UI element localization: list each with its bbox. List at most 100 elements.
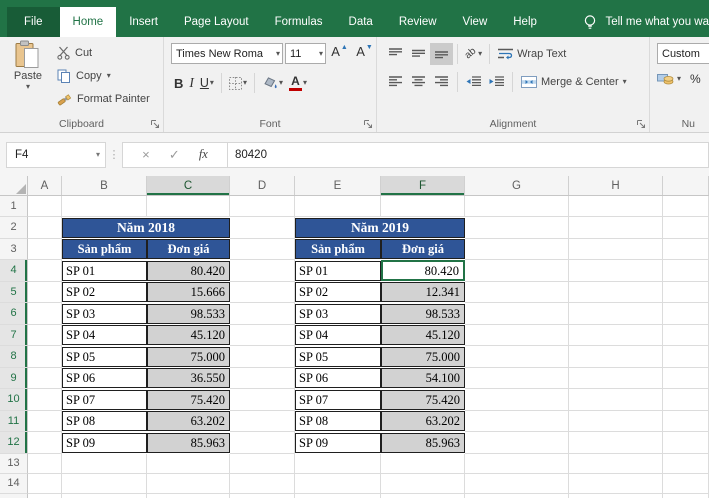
cell-A5[interactable] [28,282,62,304]
shrink-font-button[interactable]: A▼ [353,43,376,64]
cell-E11[interactable]: SP 08 [295,411,381,431]
cell-G5[interactable] [465,282,569,304]
accounting-format-icon[interactable] [657,73,674,85]
underline-button[interactable]: U▾ [197,72,217,94]
cell-H4[interactable] [569,260,663,282]
cell-C12[interactable]: 85.963 [147,433,230,453]
cell-F6[interactable]: 98.533 [381,304,465,324]
top-align-button[interactable] [384,43,407,65]
cell-C15[interactable] [147,494,230,498]
select-all-corner[interactable] [0,176,28,195]
cell-B13[interactable] [62,454,147,474]
cell-C8[interactable]: 75.000 [147,347,230,367]
cell-D8[interactable] [230,346,295,368]
cell-C4[interactable]: 80.420 [147,261,230,281]
font-name-combo[interactable]: Times New Roma ▾ [171,43,283,64]
font-size-dropdown-icon[interactable]: ▾ [319,50,323,58]
cell-B12[interactable]: SP 09 [62,433,147,453]
cell-H12[interactable] [569,432,663,454]
cell-A7[interactable] [28,325,62,347]
cell-H7[interactable] [569,325,663,347]
ribbon-tab-review[interactable]: Review [386,7,450,37]
cell-F4-active[interactable]: 80.420 [381,260,465,281]
cell-D5[interactable] [230,282,295,304]
cell-E15[interactable] [295,494,381,498]
file-tab[interactable]: File [7,7,60,37]
cell-G9[interactable] [465,368,569,390]
cell-E10[interactable]: SP 07 [295,390,381,410]
cell-E6[interactable]: SP 03 [295,304,381,324]
column-header-A[interactable]: A [28,176,62,195]
ribbon-tab-formulas[interactable]: Formulas [262,7,336,37]
cell-E8[interactable]: SP 05 [295,347,381,367]
font-name-dropdown-icon[interactable]: ▾ [276,50,280,58]
cell-B7[interactable]: SP 04 [62,325,147,345]
cell-G6[interactable] [465,303,569,325]
cell-partial-3[interactable] [663,239,709,261]
orientation-dropdown-icon[interactable]: ▾ [478,50,482,58]
column-header-G[interactable]: G [465,176,569,195]
name-box-dropdown-icon[interactable]: ▾ [96,151,100,159]
cell-F10[interactable]: 75.420 [381,390,465,410]
row-header-3[interactable]: 3 [0,239,28,261]
cell-A2[interactable] [28,217,62,239]
cell-G8[interactable] [465,346,569,368]
table-header-C3[interactable]: Đơn giá [147,239,230,259]
cell-C6[interactable]: 98.533 [147,304,230,324]
font-color-dropdown-icon[interactable]: ▾ [303,79,307,87]
row-header-4[interactable]: 4 [0,260,28,282]
cell-F13[interactable] [381,454,465,474]
cell-D3[interactable] [230,239,295,261]
row-header-8[interactable]: 8 [0,346,28,368]
wrap-text-button[interactable]: Wrap Text [494,43,570,65]
cell-G1[interactable] [465,196,569,217]
cell-partial-9[interactable] [663,368,709,390]
table-header-B3[interactable]: Sản phẩm [62,239,147,259]
cell-H13[interactable] [569,454,663,474]
bottom-align-button[interactable] [430,43,453,65]
cell-G10[interactable] [465,389,569,411]
cell-F5[interactable]: 12.341 [381,282,465,302]
cell-B4[interactable]: SP 01 [62,261,147,281]
cell-G4[interactable] [465,260,569,282]
font-color-button[interactable]: A ▾ [286,72,310,94]
cell-partial-11[interactable] [663,411,709,433]
cell-partial-7[interactable] [663,325,709,347]
row-header-11[interactable]: 11 [0,411,28,433]
cell-partial-2[interactable] [663,217,709,239]
cell-E5[interactable]: SP 02 [295,282,381,302]
cell-B15[interactable] [62,494,147,498]
cell-C1[interactable] [147,196,230,217]
cell-partial-1[interactable] [663,196,709,217]
font-dialog-launcher-icon[interactable] [363,119,373,129]
cell-G14[interactable] [465,474,569,494]
cell-partial-15[interactable] [663,494,709,498]
cell-A12[interactable] [28,432,62,454]
tell-me-box[interactable]: Tell me what you wa [577,7,709,37]
ribbon-tab-page-layout[interactable]: Page Layout [171,7,262,37]
underline-dropdown-icon[interactable]: ▾ [210,79,214,87]
format-painter-button[interactable]: Format Painter [53,87,154,110]
align-right-button[interactable] [430,71,453,93]
ribbon-tab-insert[interactable]: Insert [116,7,171,37]
ribbon-tab-data[interactable]: Data [336,7,386,37]
cell-E13[interactable] [295,454,381,474]
cell-D15[interactable] [230,494,295,498]
accounting-dropdown-icon[interactable]: ▾ [677,75,681,83]
cell-D9[interactable] [230,368,295,390]
row-header-7[interactable]: 7 [0,325,28,347]
row-header-13[interactable]: 13 [0,454,28,474]
cell-A11[interactable] [28,411,62,433]
enter-icon[interactable]: ✓ [169,147,180,163]
cell-F15[interactable] [381,494,465,498]
cell-F1[interactable] [381,196,465,217]
cell-D6[interactable] [230,303,295,325]
column-header-D[interactable]: D [230,176,295,195]
clipboard-dialog-launcher-icon[interactable] [150,119,160,129]
cell-partial-10[interactable] [663,389,709,411]
table-title-E2[interactable]: Năm 2019 [295,218,465,238]
table-header-E3[interactable]: Sản phẩm [295,239,381,259]
cell-C14[interactable] [147,474,230,494]
orientation-button[interactable]: ab ▾ [462,48,485,59]
cell-B5[interactable]: SP 02 [62,282,147,302]
